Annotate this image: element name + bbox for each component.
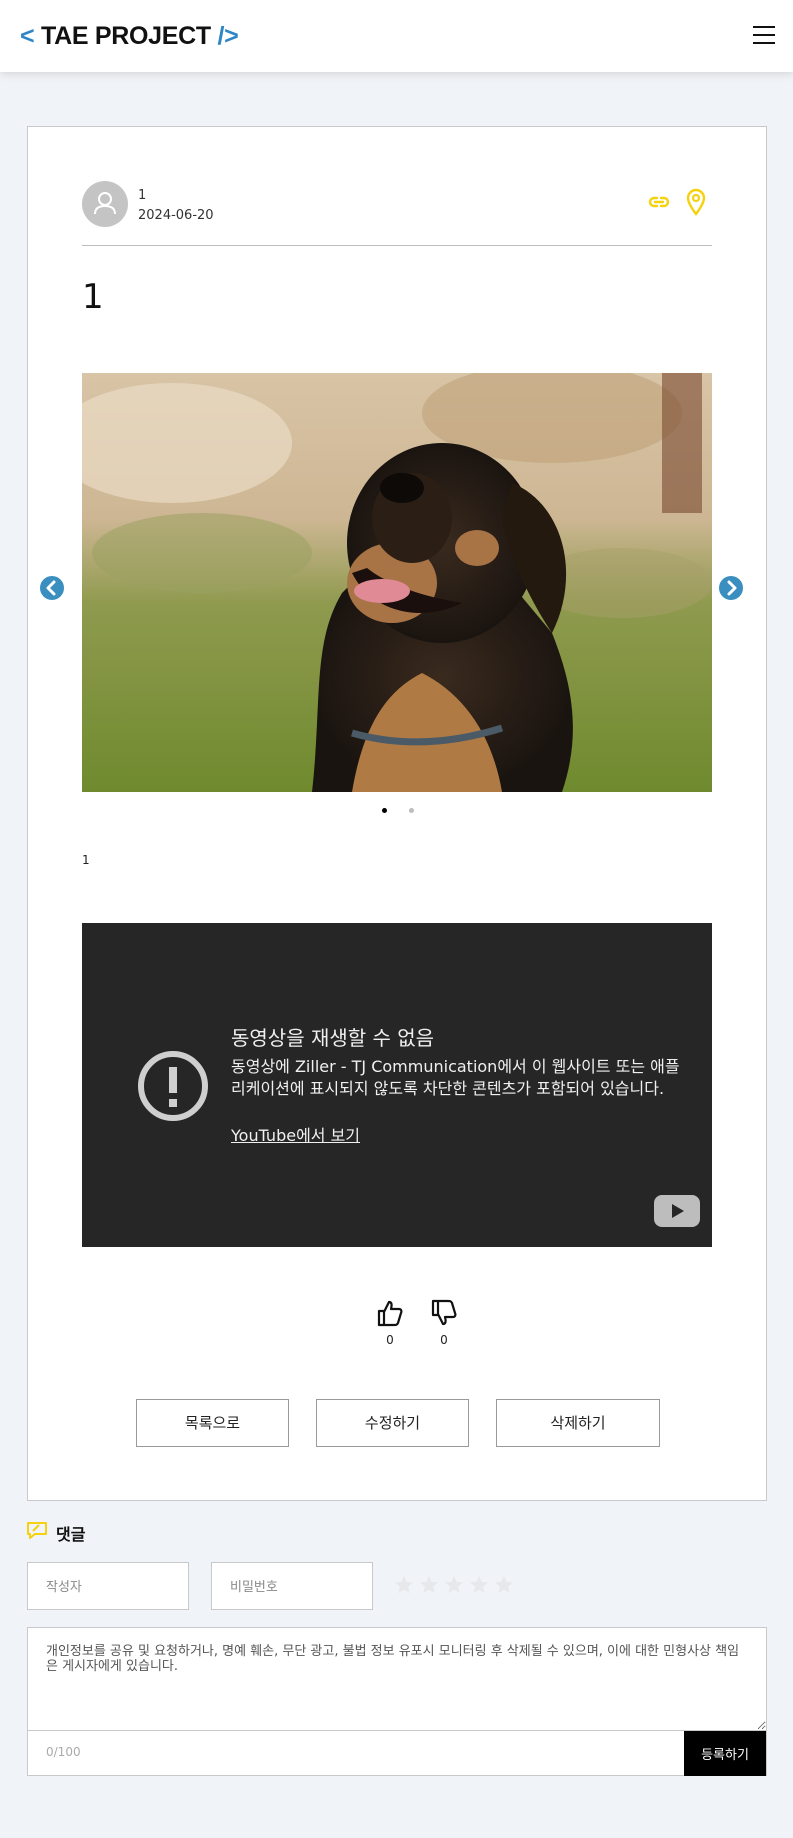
location-pin-icon[interactable] xyxy=(685,188,707,220)
hamburger-icon[interactable] xyxy=(753,26,775,46)
star-icon[interactable] xyxy=(419,1575,440,1598)
post-title: 1 xyxy=(82,277,104,317)
star-icon[interactable] xyxy=(394,1575,415,1598)
star-icon[interactable] xyxy=(444,1575,465,1598)
post-card: 1 2024-06-20 1 1 동영상을 재생할 수 없음 동영상에 Zill… xyxy=(27,126,767,1501)
submit-comment-button[interactable]: 등록하기 xyxy=(684,1731,766,1776)
chevron-right-circle-icon[interactable] xyxy=(719,576,743,600)
video-error-title: 동영상을 재생할 수 없음 xyxy=(231,1026,435,1050)
dislike-button[interactable]: 0 xyxy=(424,1299,464,1347)
comment-edit-icon xyxy=(27,1522,47,1539)
error-icon xyxy=(138,1051,208,1121)
dog-photo xyxy=(82,373,712,792)
video-error-message: 동영상에 Ziller - TJ Communication에서 이 웹사이트 … xyxy=(231,1057,680,1098)
logo-bracket-close: /> xyxy=(217,22,239,50)
post-body: 1 xyxy=(82,853,90,867)
star-icon[interactable] xyxy=(469,1575,490,1598)
user-icon xyxy=(94,192,116,215)
rating-stars[interactable] xyxy=(394,1575,519,1598)
comment-textarea[interactable] xyxy=(27,1627,767,1731)
star-icon[interactable] xyxy=(494,1575,515,1598)
post-author: 1 xyxy=(138,188,147,203)
logo-text: TAE PROJECT xyxy=(40,22,211,50)
youtube-watch-link[interactable]: YouTube에서 보기 xyxy=(231,1122,360,1146)
edit-button[interactable]: 수정하기 xyxy=(316,1399,469,1447)
like-count: 0 xyxy=(386,1333,394,1347)
comment-password-input[interactable] xyxy=(211,1562,373,1610)
comment-author-input[interactable] xyxy=(27,1562,189,1610)
logo-bracket-open: < xyxy=(20,22,35,50)
site-logo[interactable]: < TAE PROJECT /> xyxy=(20,22,239,51)
slider-dot-active[interactable] xyxy=(382,808,387,813)
dislike-count: 0 xyxy=(440,1333,448,1347)
post-date: 2024-06-20 xyxy=(138,208,214,223)
slider-dot[interactable] xyxy=(409,808,414,813)
youtube-embed[interactable]: 동영상을 재생할 수 없음 동영상에 Ziller - TJ Communica… xyxy=(82,923,712,1247)
avatar xyxy=(82,181,128,227)
top-header: < TAE PROJECT /> xyxy=(0,0,793,72)
chevron-left-circle-icon[interactable] xyxy=(40,576,64,600)
thumbs-up-icon xyxy=(377,1300,403,1327)
link-icon[interactable] xyxy=(646,189,672,219)
header-divider xyxy=(82,245,712,246)
char-counter: 0/100 xyxy=(46,1745,81,1759)
comment-footer: 0/100 등록하기 xyxy=(27,1731,767,1776)
comments-label: 댓글 xyxy=(56,1525,86,1544)
slider-image xyxy=(82,373,712,792)
like-button[interactable]: 0 xyxy=(370,1299,410,1347)
list-button[interactable]: 목록으로 xyxy=(136,1399,289,1447)
youtube-logo-icon[interactable] xyxy=(654,1195,700,1227)
thumbs-down-icon xyxy=(431,1299,457,1326)
delete-button[interactable]: 삭제하기 xyxy=(496,1399,660,1447)
